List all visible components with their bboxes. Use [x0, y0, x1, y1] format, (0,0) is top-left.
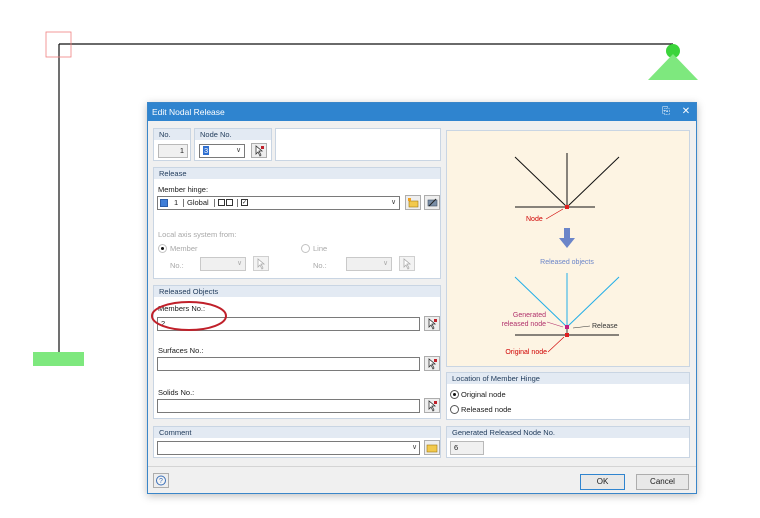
chevron-down-icon: ∨: [235, 147, 242, 154]
release-uy-box-icon: [226, 199, 233, 206]
generated-node-group: Generated Released Node No. 6: [446, 426, 690, 458]
line-option-label: Line: [313, 244, 328, 253]
pick-member-button[interactable]: [253, 256, 269, 271]
cursor-pick-icon: [257, 258, 266, 270]
solids-no-input[interactable]: [157, 399, 420, 413]
comment-heading: Comment: [154, 427, 440, 438]
cursor-pick-icon: [428, 358, 437, 370]
surfaces-no-input[interactable]: [157, 357, 420, 371]
pick-surfaces-button[interactable]: [424, 356, 440, 371]
member-no-select[interactable]: ∨: [200, 257, 246, 271]
released-node-radio[interactable]: [450, 405, 459, 414]
blank-header-group: [275, 128, 441, 161]
original-node-marker: [565, 333, 569, 337]
member-no-label: No.:: [170, 261, 184, 270]
pick-node-button[interactable]: [251, 143, 267, 158]
line-radio[interactable]: [301, 244, 310, 253]
pick-members-button[interactable]: [424, 316, 440, 331]
members-highlight-ellipse: [151, 301, 227, 331]
help-button[interactable]: ?: [153, 473, 169, 488]
title-bar: Edit Nodal Release ⎘ ✕: [148, 103, 696, 121]
close-icon[interactable]: ✕: [680, 106, 692, 118]
released-objects-label: Released objects: [540, 259, 594, 266]
chevron-down-icon[interactable]: ∨: [410, 442, 419, 454]
no-field: 1: [158, 144, 188, 158]
hinged-support[interactable]: [648, 54, 698, 80]
surfaces-no-label: Surfaces No.:: [158, 346, 204, 355]
hinge-location-heading: Location of Member Hinge: [447, 373, 689, 384]
generated-label-line1: Generated: [513, 312, 546, 319]
original-node-label: Original node: [505, 349, 547, 356]
generated-node-marker: [565, 325, 569, 329]
node-no-select[interactable]: 3 ∨: [199, 144, 245, 158]
release-ux-box-icon: [218, 199, 225, 206]
comment-group: Comment ∨: [153, 426, 441, 458]
local-axis-label: Local axis system from:: [158, 230, 237, 239]
hinge-color-swatch: [160, 199, 168, 207]
member-option-label: Member: [170, 244, 198, 253]
generated-node-heading: Generated Released Node No.: [447, 427, 689, 438]
dialog-title: Edit Nodal Release: [152, 107, 225, 117]
node-label: Node: [526, 216, 543, 223]
ok-button[interactable]: OK: [580, 474, 625, 490]
arrow-down-icon: [559, 238, 575, 248]
new-hinge-button[interactable]: [405, 195, 421, 210]
comment-library-button[interactable]: [424, 440, 440, 455]
svg-text:?: ?: [159, 478, 163, 485]
node-marker: [565, 205, 569, 209]
folder-icon: [426, 444, 438, 453]
hinge-location-group: Location of Member Hinge Original node R…: [446, 372, 690, 420]
node-no-label: Node No.: [195, 129, 271, 140]
node-no-value: 3: [203, 146, 210, 155]
chevron-down-icon: ∨: [236, 260, 243, 267]
release-label: Release: [592, 323, 618, 330]
pick-solids-button[interactable]: [424, 398, 440, 413]
release-heading: Release: [154, 168, 440, 179]
no-label: No.: [154, 129, 190, 140]
original-node-radio[interactable]: [450, 390, 459, 399]
release-diagram: Node Released objects Generated released…: [502, 153, 620, 356]
released-objects-heading: Released Objects: [154, 286, 440, 297]
cursor-pick-icon: [428, 318, 437, 330]
comment-select[interactable]: [157, 441, 420, 455]
generated-label-line2: released node: [502, 321, 546, 328]
chevron-down-icon: ∨: [382, 260, 389, 267]
hinge-no: 1: [174, 198, 179, 207]
node-no-group: Node No. 3 ∨: [194, 128, 272, 161]
dock-icon[interactable]: ⎘: [660, 106, 672, 118]
new-folder-icon: [408, 198, 419, 208]
release-group: Release Member hinge: 1 Global ✓ ∨ Local…: [153, 167, 441, 279]
cursor-pick-icon: [428, 400, 437, 412]
edit-nodal-release-dialog: Edit Nodal Release ⎘ ✕ No. 1 Node No. 3 …: [147, 102, 697, 494]
line-no-label: No.:: [313, 261, 327, 270]
cursor-pick-icon: [403, 258, 412, 270]
help-icon: ?: [156, 475, 166, 486]
footer-divider: [148, 466, 696, 467]
original-node-option: Original node: [461, 390, 506, 399]
member-hinge-select[interactable]: 1 Global ✓ ∨: [157, 196, 400, 210]
chevron-down-icon: ∨: [390, 199, 397, 206]
no-group: No. 1: [153, 128, 191, 161]
edit-icon: [427, 198, 438, 207]
released-node-option: Released node: [461, 405, 512, 414]
member-radio[interactable]: [158, 244, 167, 253]
line-no-select[interactable]: ∨: [346, 257, 392, 271]
pick-line-button[interactable]: [399, 256, 415, 271]
generated-node-field: 6: [450, 441, 484, 455]
fixed-support[interactable]: [33, 352, 84, 366]
release-diagram-preview: Node Released objects Generated released…: [446, 130, 690, 367]
member-hinge-label: Member hinge:: [158, 185, 209, 194]
cancel-button[interactable]: Cancel: [636, 474, 689, 490]
edit-hinge-button[interactable]: [424, 195, 440, 210]
hinge-cs: Global: [187, 198, 209, 207]
release-phi-check-icon: ✓: [241, 199, 248, 206]
solids-no-label: Solids No.:: [158, 388, 195, 397]
cursor-pick-icon: [255, 145, 264, 157]
